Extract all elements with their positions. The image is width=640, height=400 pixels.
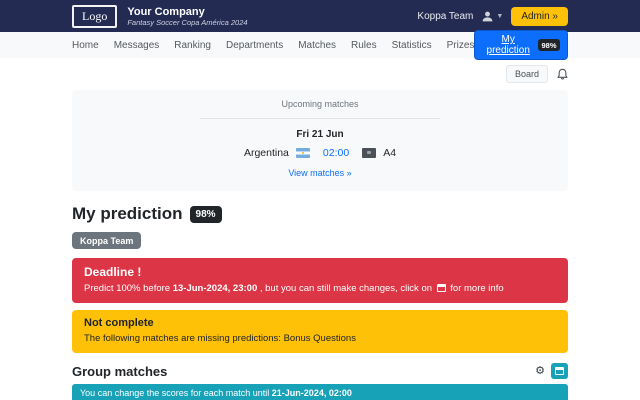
upcoming-match: Argentina 02:00 A4	[72, 147, 568, 159]
not-complete-alert: Not complete The following matches are m…	[72, 310, 568, 353]
chevron-down-icon: ▼	[496, 12, 504, 20]
prediction-heading-text: My prediction	[72, 204, 183, 223]
deadline-text-end: for more info	[447, 283, 504, 294]
calendar-icon	[436, 284, 446, 292]
nav-item-prizes[interactable]: Prizes	[447, 40, 475, 51]
admin-button[interactable]: Admin »	[511, 6, 568, 26]
notice-date: 21-Jun-2024, 02:00	[271, 388, 352, 398]
deadline-alert-title: Deadline !	[84, 265, 142, 279]
upcoming-matches-title: Upcoming matches	[281, 99, 359, 109]
calendar-button[interactable]	[551, 363, 568, 379]
deadline-date: 13-Jun-2024, 23:00	[172, 283, 258, 294]
nav-item-home[interactable]: Home	[72, 40, 99, 51]
brand: Your Company Fantasy Soccer Copa América…	[127, 6, 247, 27]
upcoming-home-team: Argentina	[243, 147, 289, 159]
deadline-alert: Deadline ! Predict 100% before 13-Jun-20…	[72, 258, 568, 303]
placeholder-flag-icon	[362, 148, 377, 158]
my-prediction-button[interactable]: My prediction 98%	[474, 30, 568, 60]
upcoming-away-team: A4	[383, 147, 397, 159]
page-title: My prediction 98%	[72, 204, 568, 224]
deadline-text-after: , but you can still make changes, click …	[257, 283, 435, 294]
user-menu[interactable]: ▼	[481, 10, 503, 23]
company-name: Your Company	[127, 5, 205, 18]
my-prediction-percent-badge: 98%	[537, 39, 560, 51]
group-matches-heading: Group matches	[72, 363, 168, 379]
deadline-alert-text: Predict 100% before 13-Jun-2024, 23:00 ,…	[84, 283, 556, 294]
upcoming-match-date: Fri 21 Jun	[296, 129, 344, 140]
not-complete-title: Not complete	[84, 317, 154, 329]
calendar-icon	[555, 367, 564, 375]
company-tagline: Fantasy Soccer Copa América 2024	[127, 17, 248, 27]
team-badge: Koppa Team	[72, 232, 142, 249]
gear-icon[interactable]: ⚙	[535, 365, 545, 377]
nav-item-messages[interactable]: Messages	[114, 40, 160, 51]
nav-item-rules[interactable]: Rules	[351, 40, 377, 51]
divider	[200, 118, 440, 119]
user-icon	[481, 10, 494, 23]
app-header: Logo Your Company Fantasy Soccer Copa Am…	[0, 0, 640, 32]
nav-item-departments[interactable]: Departments	[226, 40, 283, 51]
main-nav: Home Messages Ranking Departments Matche…	[0, 30, 640, 60]
nav-item-ranking[interactable]: Ranking	[174, 40, 211, 51]
prediction-percent-badge: 98%	[189, 205, 222, 223]
bell-icon[interactable]	[557, 68, 568, 80]
argentina-flag-icon	[295, 148, 310, 158]
nav-item-statistics[interactable]: Statistics	[392, 40, 432, 51]
notice-text: You can change the scores for each match…	[80, 388, 272, 398]
nav-item-matches[interactable]: Matches	[298, 40, 336, 51]
match-time-link[interactable]: 02:00	[323, 147, 349, 159]
not-complete-text: The following matches are missing predic…	[84, 333, 356, 344]
board-button[interactable]: Board	[505, 65, 548, 83]
upcoming-matches-panel: Upcoming matches Fri 21 Jun Argentina 02…	[72, 90, 568, 191]
header-team-name: Koppa Team	[417, 10, 474, 22]
group-matches-notice: You can change the scores for each match…	[72, 384, 568, 400]
logo[interactable]: Logo	[72, 4, 118, 28]
view-matches-link[interactable]: View matches »	[288, 168, 351, 178]
my-prediction-label: My prediction	[486, 34, 530, 56]
deadline-text-before: Predict 100% before	[84, 283, 173, 294]
